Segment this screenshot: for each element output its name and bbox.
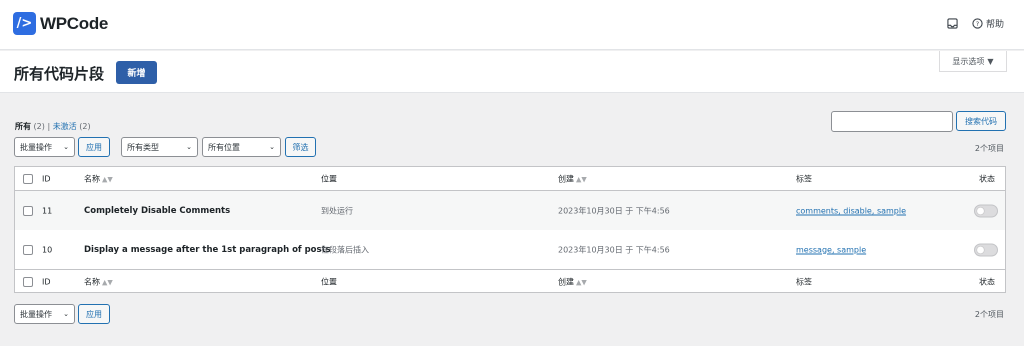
bulk-actions-select[interactable]: 批量操作 ⌄	[14, 137, 75, 157]
code-icon: />	[13, 12, 36, 35]
col-name-label: 名称	[84, 277, 100, 286]
filter-all[interactable]: 所有	[15, 122, 31, 131]
svg-text:?: ?	[976, 20, 979, 28]
items-count: 2个项目	[974, 144, 1004, 153]
col-id: ID	[42, 277, 51, 286]
row-tags[interactable]: comments, disable, sample	[796, 206, 906, 215]
row-id: 11	[42, 206, 53, 215]
sort-icon: ▲▼	[102, 278, 113, 286]
col-name[interactable]: 名称 ▲▼	[84, 276, 113, 287]
chevron-down-icon: ⌄	[63, 143, 69, 151]
apply-button[interactable]: 应用	[78, 137, 110, 157]
sort-icon: ▲▼	[576, 278, 587, 286]
add-new-button[interactable]: 新增	[116, 61, 157, 84]
col-created-label: 创建	[558, 174, 574, 183]
filter-inactive[interactable]: 未激活	[53, 122, 77, 131]
screen-options-label: 显示选项	[952, 56, 985, 66]
row-created: 2023年10月30日 于 下午4:56	[558, 245, 670, 254]
filter-button[interactable]: 筛选	[285, 137, 316, 157]
search-button[interactable]: 搜索代码	[956, 111, 1006, 131]
snippets-table: ID 名称 ▲▼ 位置 创建 ▲▼ 标签 状态 11 Completely Disa…	[14, 166, 1006, 293]
help-icon: ?	[972, 18, 983, 29]
screen-options-button[interactable]: 显示选项 ▼	[939, 51, 1007, 72]
chevron-down-icon: ⌄	[63, 310, 69, 318]
table-header: ID 名称 ▲▼ 位置 创建 ▲▼ 标签 状态	[15, 167, 1005, 191]
apply-button-bottom[interactable]: 应用	[78, 304, 110, 324]
col-created-label: 创建	[558, 277, 574, 286]
status-toggle[interactable]	[974, 204, 998, 217]
col-name[interactable]: 名称 ▲▼	[84, 173, 113, 184]
filter-inactive-count: (2)	[79, 122, 91, 131]
location-filter-select[interactable]: 所有位置 ⌄	[202, 137, 281, 157]
row-checkbox[interactable]	[23, 244, 33, 255]
row-location: 到处运行	[321, 206, 353, 215]
page-header: 所有代码片段 新增	[0, 51, 1024, 93]
bulk-actions-label: 批量操作	[20, 142, 52, 152]
table-row: 11 Completely Disable Comments 到处运行 2023…	[15, 191, 1005, 230]
col-location: 位置	[321, 174, 337, 183]
type-filter-label: 所有类型	[127, 142, 159, 152]
table-footer: ID 名称 ▲▼ 位置 创建 ▲▼ 标签 状态	[15, 269, 1005, 293]
col-status: 状态	[979, 174, 995, 183]
page-title: 所有代码片段	[14, 65, 105, 83]
row-id: 10	[42, 245, 53, 254]
col-name-label: 名称	[84, 174, 100, 183]
select-all-checkbox[interactable]	[23, 173, 33, 184]
row-location: 在段落后插入	[321, 245, 369, 254]
bulk-actions-select-bottom[interactable]: 批量操作 ⌄	[14, 304, 75, 324]
top-bar: /> WPCode ? 帮助	[0, 0, 1024, 50]
row-checkbox[interactable]	[23, 205, 33, 216]
chevron-down-icon: ⌄	[186, 143, 192, 151]
filter-all-count: (2)	[33, 122, 45, 131]
row-tags[interactable]: message, sample	[796, 245, 866, 254]
filter-separator: |	[47, 122, 51, 131]
wpcode-logo[interactable]: /> WPCode	[13, 12, 108, 35]
sort-icon: ▲▼	[102, 175, 113, 183]
row-created: 2023年10月30日 于 下午4:56	[558, 206, 670, 215]
col-id: ID	[42, 174, 51, 183]
table-row: 10 Display a message after the 1st parag…	[15, 230, 1005, 269]
chevron-down-icon: ⌄	[269, 143, 275, 151]
col-tags: 标签	[796, 174, 812, 183]
row-name-link[interactable]: Display a message after the 1st paragrap…	[84, 245, 331, 255]
type-filter-select[interactable]: 所有类型 ⌄	[121, 137, 198, 157]
help-button[interactable]: ? 帮助	[972, 17, 1004, 30]
col-created[interactable]: 创建 ▲▼	[558, 173, 587, 184]
select-all-checkbox[interactable]	[23, 276, 33, 287]
items-count-bottom: 2个项目	[974, 310, 1004, 319]
inbox-icon[interactable]	[947, 18, 958, 29]
help-label: 帮助	[985, 20, 1004, 30]
status-filters: 所有 (2) | 未激活 (2)	[15, 121, 91, 132]
location-filter-label: 所有位置	[208, 142, 240, 152]
col-tags: 标签	[796, 277, 812, 286]
status-toggle[interactable]	[974, 243, 998, 256]
col-status: 状态	[979, 277, 995, 286]
row-name-link[interactable]: Completely Disable Comments	[84, 206, 230, 216]
search-input[interactable]	[831, 111, 953, 132]
col-location: 位置	[321, 277, 337, 286]
logo-text: WPCode	[40, 13, 109, 33]
col-created[interactable]: 创建 ▲▼	[558, 276, 587, 287]
sort-icon: ▲▼	[576, 175, 587, 183]
caret-down-icon: ▼	[987, 56, 994, 66]
bulk-actions-label: 批量操作	[20, 309, 52, 319]
